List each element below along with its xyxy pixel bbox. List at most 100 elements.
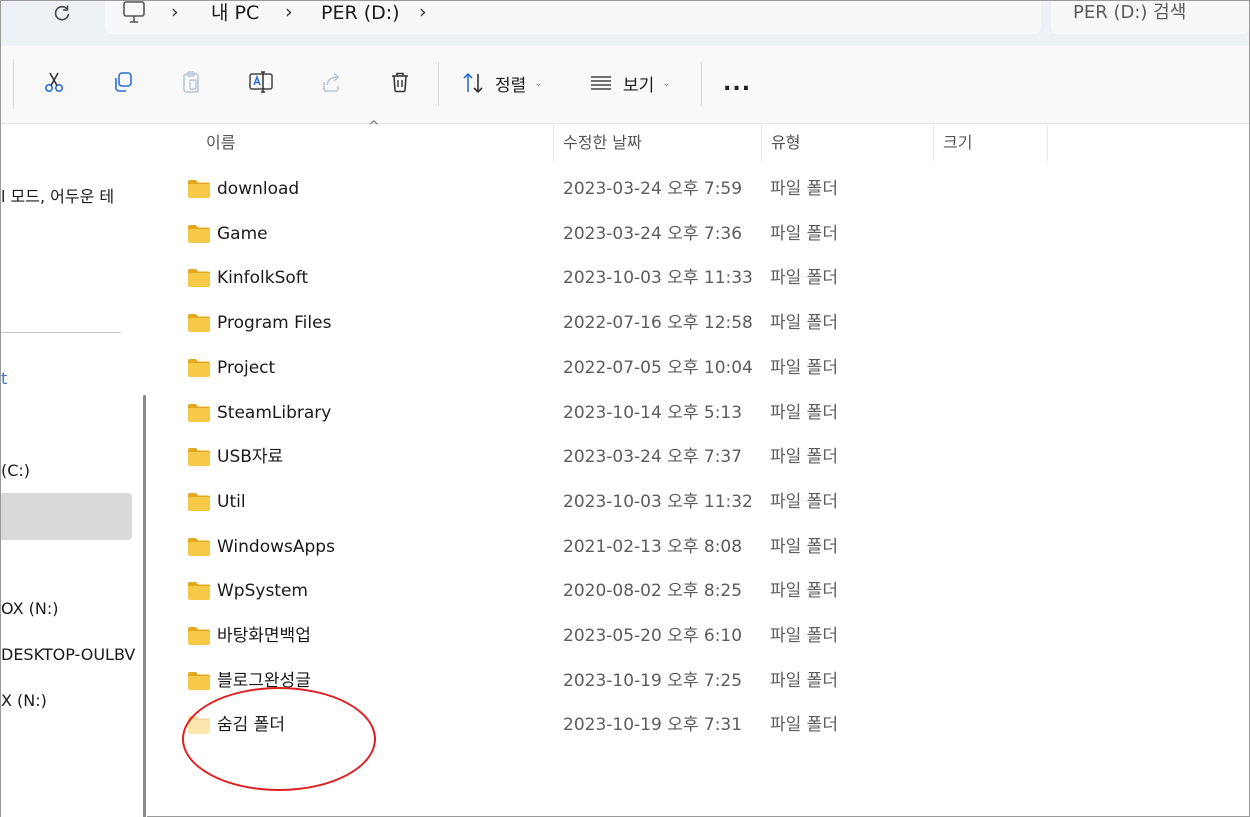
file-row[interactable]: Game 2023-03-24 오후 7:36 파일 폴더 xyxy=(161,212,1249,256)
folder-icon xyxy=(188,180,210,198)
file-type: 파일 폴더 xyxy=(770,670,838,691)
file-type: 파일 폴더 xyxy=(770,715,838,736)
column-separator[interactable] xyxy=(1047,125,1048,161)
pc-icon xyxy=(123,1,145,23)
column-header-date[interactable]: 수정한 날짜 xyxy=(554,125,761,161)
nav-item-drive-c[interactable]: (C:) xyxy=(1,461,30,480)
search-input[interactable]: PER (D:) 검색 xyxy=(1051,1,1249,34)
more-options-button[interactable]: ... xyxy=(723,71,751,96)
nav-item-network-pc[interactable]: DESKTOP-OULBV xyxy=(1,645,135,664)
file-row[interactable]: Util 2023-10-03 오후 11:32 파일 폴더 xyxy=(161,480,1249,524)
file-date: 2023-10-19 오후 7:25 xyxy=(563,670,743,691)
file-type: 파일 폴더 xyxy=(770,626,838,646)
file-row[interactable]: KinfolkSoft 2023-10-03 오후 11:33 파일 폴더 xyxy=(161,256,1249,300)
toolbar-edge xyxy=(13,59,14,109)
view-list-icon xyxy=(591,76,611,90)
column-header-type[interactable]: 유형 xyxy=(762,125,933,161)
file-name[interactable]: download xyxy=(217,167,299,211)
chevron-down-icon: ⌄ xyxy=(534,77,543,89)
folder-icon xyxy=(188,537,210,556)
file-name[interactable]: WindowsApps xyxy=(217,525,335,569)
file-type: 파일 폴더 xyxy=(770,402,838,423)
folder-icon xyxy=(188,627,210,645)
breadcrumb-drive[interactable]: PER (D:) xyxy=(321,1,400,25)
file-date: 2023-10-03 오후 11:32 xyxy=(563,491,753,512)
file-row[interactable]: WindowsApps 2021-02-13 오후 8:08 파일 폴더 xyxy=(161,525,1249,569)
file-date: 2023-03-24 오후 7:37 xyxy=(563,447,743,468)
share-button[interactable] xyxy=(315,66,347,98)
file-date: 2022-07-16 오후 12:58 xyxy=(563,313,753,334)
file-row[interactable]: USB자료 2023-03-24 오후 7:37 파일 폴더 xyxy=(161,435,1249,479)
breadcrumb-this-pc[interactable]: 내 PC xyxy=(211,1,259,25)
rename-button[interactable] xyxy=(245,66,277,98)
clipboard-icon xyxy=(183,71,199,93)
folder-icon xyxy=(188,492,210,511)
file-date: 2023-05-20 오후 6:10 xyxy=(563,626,743,646)
file-name[interactable]: 바탕화면백업 xyxy=(217,614,311,658)
file-row[interactable]: Project 2022-07-05 오후 10:04 파일 폴더 xyxy=(161,346,1249,390)
file-type: 파일 폴더 xyxy=(770,313,838,334)
refresh-button[interactable] xyxy=(49,1,75,25)
nav-item-drive-n[interactable]: OX (N:) xyxy=(1,599,58,618)
paste-button[interactable] xyxy=(175,66,207,98)
delete-button[interactable] xyxy=(384,66,416,98)
file-name[interactable]: SteamLibrary xyxy=(217,391,331,435)
nav-divider xyxy=(1,332,121,333)
file-date: 2023-03-24 오후 7:59 xyxy=(563,179,743,199)
file-row[interactable]: WpSystem 2020-08-02 오후 8:25 파일 폴더 xyxy=(161,569,1249,613)
folder-icon xyxy=(188,314,210,333)
copy-button[interactable] xyxy=(107,66,139,98)
folder-icon xyxy=(188,448,210,467)
chevron-right-icon[interactable]: › xyxy=(171,1,179,23)
refresh-icon xyxy=(54,5,70,21)
file-name[interactable]: Util xyxy=(217,480,246,524)
file-row[interactable]: 바탕화면백업 2023-05-20 오후 6:10 파일 폴더 xyxy=(161,614,1249,658)
file-name[interactable]: Project xyxy=(217,346,275,390)
search-placeholder: PER (D:) 검색 xyxy=(1073,2,1187,23)
file-date: 2023-10-03 오후 11:33 xyxy=(563,268,753,289)
nav-scrollbar[interactable] xyxy=(143,395,146,817)
copy-icon xyxy=(115,72,132,92)
column-header-name[interactable]: 이름 xyxy=(197,125,553,161)
file-name[interactable]: Program Files xyxy=(217,301,331,345)
view-button[interactable]: 보기 ⌄ xyxy=(589,68,671,98)
file-name[interactable]: Game xyxy=(217,212,268,256)
chevron-right-icon[interactable]: › xyxy=(285,1,293,23)
column-header-size[interactable]: 크기 xyxy=(934,125,1047,161)
folder-icon xyxy=(188,582,210,601)
folder-icon xyxy=(188,224,210,243)
file-type: 파일 폴더 xyxy=(770,268,838,289)
file-type: 파일 폴더 xyxy=(770,179,838,199)
file-date: 2023-03-24 오후 7:36 xyxy=(563,223,743,244)
rename-icon xyxy=(249,71,273,93)
cut-button[interactable] xyxy=(38,66,70,98)
file-row[interactable]: SteamLibrary 2023-10-14 오후 5:13 파일 폴더 xyxy=(161,391,1249,435)
file-date: 2023-10-19 오후 7:31 xyxy=(563,715,743,736)
file-type: 파일 폴더 xyxy=(770,447,838,468)
chevron-right-icon[interactable]: › xyxy=(419,1,427,23)
file-name[interactable]: WpSystem xyxy=(217,569,308,613)
file-name[interactable]: KinfolkSoft xyxy=(217,256,308,300)
nav-item-selected[interactable] xyxy=(1,493,132,540)
sort-icon xyxy=(463,72,483,94)
nav-item-theme[interactable]: l 모드, 어두운 테 xyxy=(1,183,114,207)
share-icon xyxy=(323,72,340,92)
folder-icon xyxy=(188,358,210,377)
scissors-icon xyxy=(44,72,64,93)
file-name[interactable]: USB자료 xyxy=(217,435,283,479)
nav-item-drive-n-2[interactable]: X (N:) xyxy=(1,691,47,710)
file-type: 파일 폴더 xyxy=(770,491,838,512)
address-bar[interactable]: › 내 PC › PER (D:) › xyxy=(105,1,1041,34)
sort-button[interactable]: 정렬 ⌄ xyxy=(461,68,543,98)
file-type: 파일 폴더 xyxy=(770,536,838,557)
navigation-pane: l 모드, 어두운 테 t (C:) OX (N:) DESKTOP-OULBV… xyxy=(1,125,147,817)
nav-item-link[interactable]: t xyxy=(1,369,7,388)
file-type: 파일 폴더 xyxy=(770,223,838,244)
file-row[interactable]: download 2023-03-24 오후 7:59 파일 폴더 xyxy=(161,167,1249,211)
file-date: 2020-08-02 오후 8:25 xyxy=(563,581,743,602)
sort-label: 정렬 xyxy=(495,75,527,96)
view-label: 보기 xyxy=(623,75,655,96)
file-row[interactable]: Program Files 2022-07-16 오후 12:58 파일 폴더 xyxy=(161,301,1249,345)
trash-icon xyxy=(392,72,408,93)
address-row: › 내 PC › PER (D:) › PER (D:) 검색 xyxy=(1,1,1249,46)
